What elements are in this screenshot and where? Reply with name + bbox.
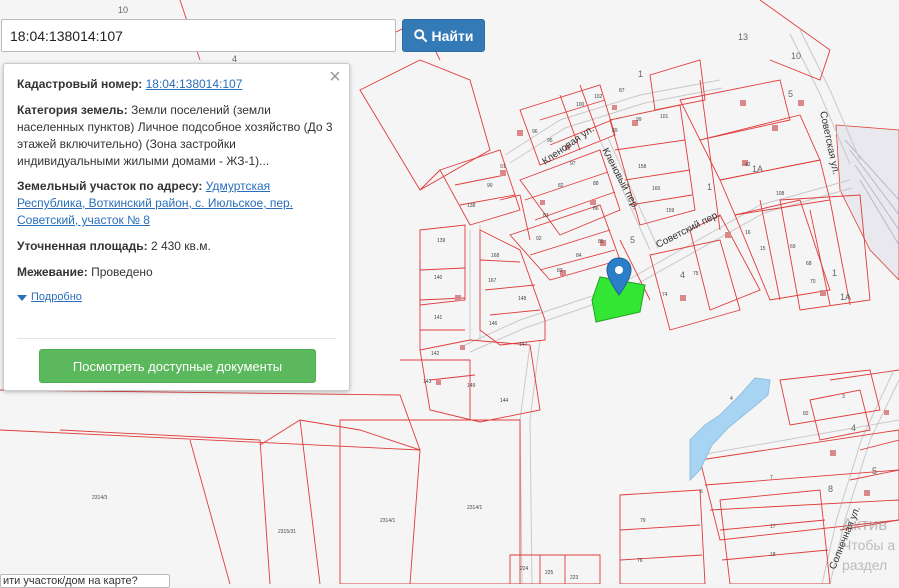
- svg-text:142: 142: [431, 351, 440, 357]
- svg-text:148: 148: [518, 296, 527, 302]
- svg-text:140: 140: [434, 275, 443, 281]
- svg-text:168: 168: [491, 253, 500, 259]
- search-icon: [413, 29, 427, 42]
- svg-text:89: 89: [612, 128, 618, 134]
- svg-text:225: 225: [545, 570, 554, 576]
- svg-text:1А: 1А: [752, 164, 763, 174]
- land-category-label: Категория земель:: [17, 103, 128, 117]
- svg-text:5: 5: [630, 235, 635, 245]
- svg-text:138: 138: [467, 203, 476, 209]
- svg-text:147: 147: [519, 342, 528, 348]
- svg-text:10: 10: [118, 5, 128, 15]
- area-value: 2 430 кв.м.: [150, 239, 211, 253]
- svg-text:13: 13: [738, 32, 748, 42]
- svg-text:141: 141: [434, 315, 443, 321]
- svg-text:83: 83: [543, 213, 549, 219]
- svg-text:18: 18: [770, 552, 776, 558]
- svg-text:83: 83: [557, 268, 563, 274]
- svg-text:144: 144: [500, 398, 509, 404]
- svg-text:1: 1: [638, 69, 643, 79]
- svg-text:139: 139: [437, 238, 446, 244]
- svg-text:1А: 1А: [840, 292, 851, 302]
- svg-text:82: 82: [558, 183, 564, 189]
- svg-text:1: 1: [707, 182, 712, 192]
- watermark-line2: Чтобы а: [842, 537, 896, 553]
- parcel-info-panel: × Кадастровый номер: 18:04:138014:107 Ка…: [3, 63, 350, 391]
- svg-text:5: 5: [788, 89, 793, 99]
- svg-text:6: 6: [700, 489, 703, 495]
- survey-label: Межевание:: [17, 265, 88, 279]
- svg-text:2314/1: 2314/1: [467, 505, 483, 511]
- svg-text:96: 96: [532, 129, 538, 135]
- svg-text:4: 4: [730, 396, 733, 402]
- svg-text:2314/3: 2314/3: [92, 495, 108, 501]
- svg-text:102: 102: [594, 94, 603, 100]
- svg-text:4: 4: [680, 270, 685, 280]
- svg-text:2314/1: 2314/1: [380, 518, 396, 524]
- svg-text:5: 5: [872, 466, 877, 476]
- svg-text:79: 79: [640, 518, 646, 524]
- svg-text:167: 167: [488, 278, 497, 284]
- svg-text:88: 88: [593, 181, 599, 187]
- search-button-label: Найти: [431, 27, 474, 44]
- svg-text:100: 100: [576, 102, 585, 108]
- details-toggle[interactable]: Подробно: [17, 289, 335, 306]
- svg-text:149: 149: [467, 383, 476, 389]
- svg-text:75: 75: [693, 271, 699, 277]
- svg-text:3: 3: [842, 394, 845, 400]
- svg-text:17: 17: [770, 524, 776, 530]
- svg-text:2315/31: 2315/31: [278, 529, 296, 535]
- search-button[interactable]: Найти: [402, 19, 485, 52]
- svg-text:82: 82: [803, 411, 809, 417]
- bottom-hint[interactable]: ити участок/дом на карте?: [0, 574, 170, 588]
- details-label: Подробно: [31, 291, 82, 303]
- svg-text:68: 68: [806, 261, 812, 267]
- svg-text:10: 10: [791, 51, 801, 61]
- panel-divider: [17, 338, 336, 339]
- cadastral-number-label: Кадастровый номер:: [17, 77, 143, 91]
- svg-text:97: 97: [570, 161, 576, 167]
- svg-text:85: 85: [598, 239, 604, 245]
- svg-text:95: 95: [547, 138, 553, 144]
- close-icon[interactable]: ×: [327, 67, 343, 87]
- svg-text:76: 76: [637, 558, 643, 564]
- svg-text:223: 223: [570, 575, 579, 581]
- svg-text:108: 108: [776, 191, 785, 197]
- cadastral-search-input[interactable]: [1, 19, 396, 52]
- cadastral-number-link[interactable]: 18:04:138014:107: [146, 77, 243, 91]
- svg-text:146: 146: [489, 321, 498, 327]
- svg-text:8: 8: [828, 484, 833, 494]
- svg-text:87: 87: [619, 88, 625, 94]
- svg-text:99: 99: [636, 117, 642, 123]
- watermark-line1: Актив: [842, 515, 888, 534]
- svg-text:92: 92: [536, 236, 542, 242]
- activation-watermark: Актив Чтобы а раздел: [842, 515, 895, 575]
- svg-text:70: 70: [810, 279, 816, 285]
- svg-text:74: 74: [662, 292, 668, 298]
- svg-text:158: 158: [638, 164, 647, 170]
- svg-text:143: 143: [423, 379, 432, 385]
- svg-text:1: 1: [832, 268, 837, 278]
- svg-text:159: 159: [666, 208, 675, 214]
- svg-text:7: 7: [770, 475, 773, 481]
- svg-text:69: 69: [790, 244, 796, 250]
- address-label: Земельный участок по адресу:: [17, 179, 203, 193]
- survey-value: Проведено: [91, 265, 153, 279]
- svg-text:15: 15: [760, 246, 766, 252]
- view-documents-button[interactable]: Посмотреть доступные документы: [39, 349, 316, 383]
- svg-text:91: 91: [500, 164, 506, 170]
- svg-text:42: 42: [745, 162, 751, 168]
- svg-text:160: 160: [652, 186, 661, 192]
- watermark-line3: раздел: [842, 557, 888, 573]
- svg-text:90: 90: [487, 183, 493, 189]
- caret-down-icon: [17, 294, 27, 301]
- svg-text:86: 86: [593, 206, 599, 212]
- svg-text:4: 4: [851, 423, 856, 433]
- svg-text:84: 84: [576, 253, 582, 259]
- svg-text:101: 101: [660, 114, 669, 120]
- map-pin-icon[interactable]: [606, 257, 632, 297]
- svg-text:224: 224: [520, 566, 529, 572]
- area-label: Уточненная площадь:: [17, 239, 148, 253]
- svg-text:16: 16: [745, 230, 751, 236]
